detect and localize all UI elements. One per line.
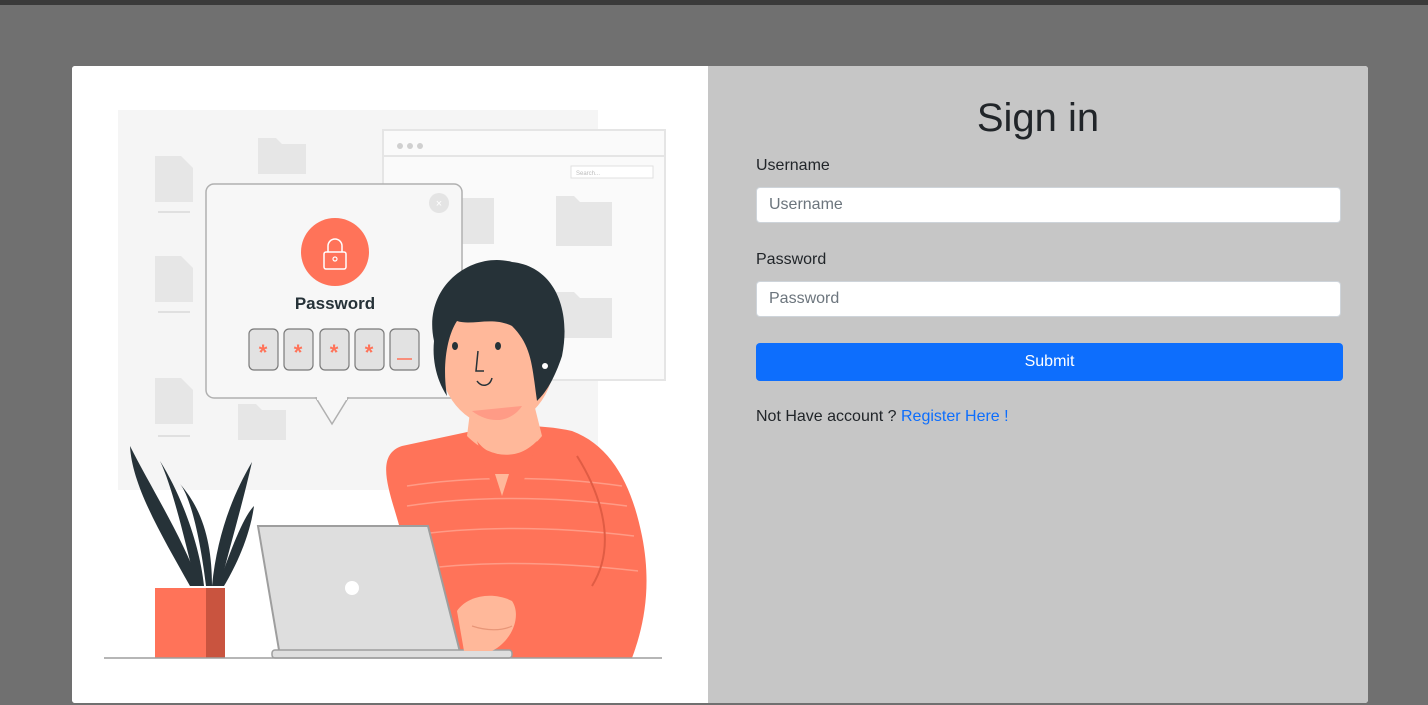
window-top-bar xyxy=(0,0,1428,5)
register-prompt-text: Not Have account ? xyxy=(756,408,897,425)
page-title: Sign in xyxy=(976,96,1100,140)
search-placeholder: Search... xyxy=(576,171,600,177)
username-label: Username xyxy=(756,157,830,174)
pin-mask-4: * xyxy=(365,340,374,365)
register-prompt: Not Have account ? Register Here ! xyxy=(756,408,1009,426)
username-input[interactable] xyxy=(756,187,1341,223)
pin-mask-1: * xyxy=(259,340,268,365)
password-label: Password xyxy=(756,251,827,268)
sign-in-panel: Sign in Username Password Submit Not Hav… xyxy=(708,66,1368,703)
submit-button[interactable]: Submit xyxy=(756,343,1343,381)
sign-in-modal: Search... × Password * * * * Sign in Use… xyxy=(72,66,1368,703)
pin-mask-2: * xyxy=(294,340,303,365)
pin-mask-3: * xyxy=(330,340,339,365)
register-link[interactable]: Register Here ! xyxy=(901,408,1009,425)
password-illustration: Search... × Password * * * * xyxy=(104,110,666,659)
popup-password-title: Password xyxy=(295,294,375,313)
password-input[interactable] xyxy=(756,281,1341,317)
illustration-panel: Search... × Password * * * * xyxy=(72,66,708,703)
svg-text:×: × xyxy=(436,198,442,210)
